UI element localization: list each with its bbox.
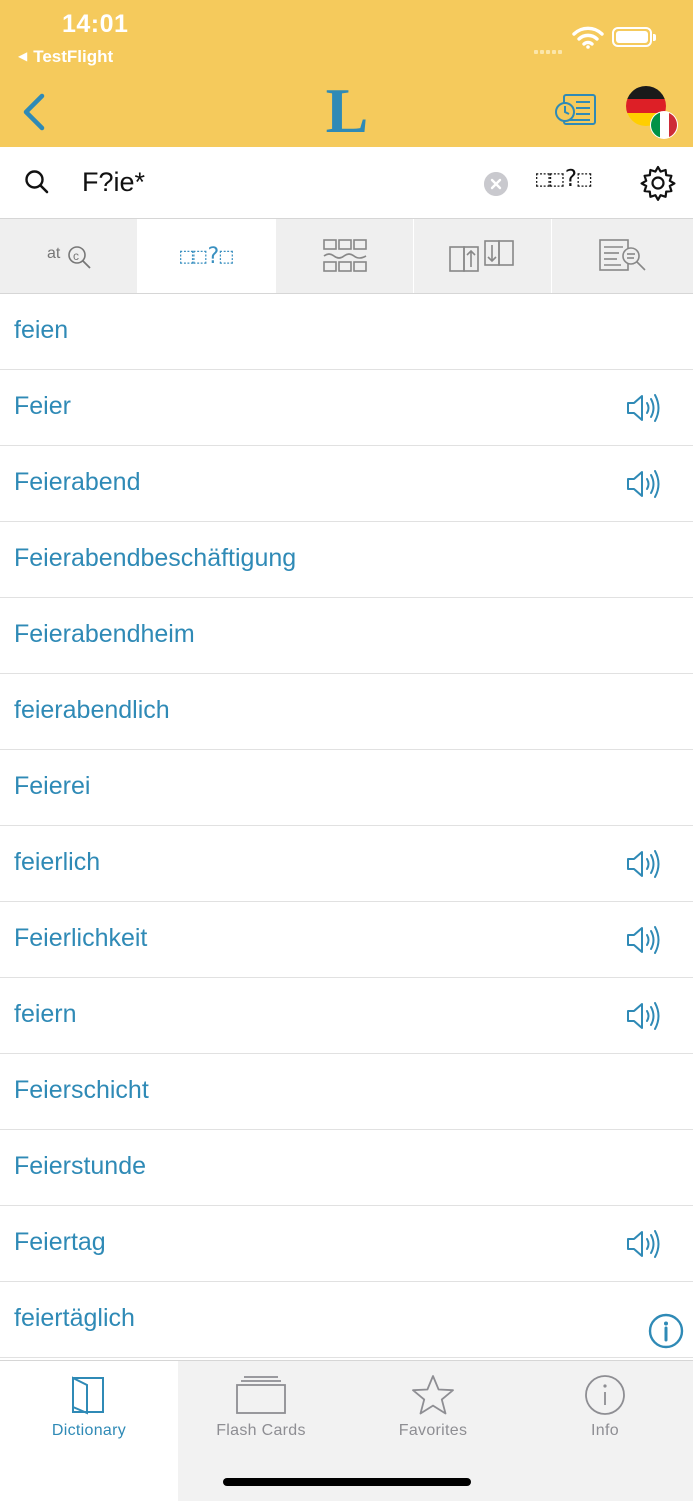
list-item[interactable]: Feierei	[0, 750, 693, 826]
wildcard-keyboard-button[interactable]: ⬚⬚?⬚	[536, 166, 591, 198]
book-icon	[72, 1376, 104, 1415]
inflection-table-icon	[448, 240, 514, 272]
results-list: feien Feier Feierabend Feierabendbeschäftig…	[0, 294, 693, 1358]
list-item[interactable]: feierlich	[0, 826, 693, 902]
result-word: feien	[14, 316, 69, 344]
tab-dictionary[interactable]: Dictionary	[0, 1361, 178, 1501]
list-item[interactable]: Feierabendbeschäftigung	[0, 522, 693, 598]
tab-fulltext-search[interactable]	[552, 219, 693, 293]
wildcard-search-icon: ⬚⬚?⬚	[180, 243, 233, 269]
speaker-icon[interactable]	[626, 848, 662, 880]
list-item[interactable]: Feier	[0, 370, 693, 446]
info-icon	[585, 1375, 625, 1415]
spellcheck-search-icon: at c	[47, 245, 91, 269]
wifi-icon	[572, 26, 604, 49]
result-word: Feierabend	[14, 468, 141, 496]
back-chevron-icon[interactable]	[18, 92, 50, 132]
result-word: feierlich	[14, 848, 101, 876]
clear-search-icon[interactable]	[484, 172, 508, 196]
tab-inflection-search[interactable]	[414, 219, 552, 293]
search-icon	[25, 170, 49, 194]
search-mode-tabs: at c ⬚⬚?⬚	[0, 219, 693, 294]
cellular-signal-icon	[534, 41, 564, 59]
gear-icon[interactable]	[640, 165, 676, 201]
list-item[interactable]: Feierlichkeit	[0, 902, 693, 978]
flashcards-icon	[236, 1376, 286, 1414]
result-word: feierabendlich	[14, 696, 170, 724]
search-input[interactable]	[82, 161, 462, 203]
info-circle-icon[interactable]	[648, 1313, 684, 1349]
speaker-icon[interactable]	[626, 1000, 662, 1032]
svg-text:c: c	[73, 249, 79, 263]
result-word: Feier	[14, 392, 71, 420]
list-item[interactable]: feien	[0, 294, 693, 370]
speaker-icon[interactable]	[626, 1228, 662, 1260]
history-icon[interactable]	[554, 92, 598, 130]
tab-flash-cards-label: Flash Cards	[216, 1422, 306, 1439]
list-item[interactable]: Feierschicht	[0, 1054, 693, 1130]
speaker-icon[interactable]	[626, 392, 662, 424]
result-word: Feierei	[14, 772, 91, 800]
list-item[interactable]: feiern	[0, 978, 693, 1054]
tab-info[interactable]: Info	[516, 1361, 693, 1501]
phrase-grid-icon	[322, 239, 367, 272]
tab-phrase-search[interactable]	[276, 219, 414, 293]
result-word: Feierabendheim	[14, 620, 195, 648]
star-icon	[412, 1375, 454, 1415]
language-pair-icon[interactable]	[624, 84, 680, 140]
result-word: feiertäglich	[14, 1304, 135, 1332]
app-header: 14:01 ◀ TestFlight L	[0, 0, 693, 147]
fulltext-search-icon	[598, 239, 646, 271]
tab-dictionary-label: Dictionary	[51, 1422, 127, 1439]
status-time: 14:01	[62, 10, 129, 38]
speaker-icon[interactable]	[626, 924, 662, 956]
speaker-icon[interactable]	[626, 468, 662, 500]
home-indicator	[223, 1478, 471, 1486]
list-item[interactable]: feierabendlich	[0, 674, 693, 750]
result-word: Feierlichkeit	[14, 924, 148, 952]
logo-letter: L	[326, 80, 369, 138]
result-word: Feierschicht	[14, 1076, 149, 1104]
back-app-label: TestFlight	[33, 47, 114, 66]
svg-text:at: at	[47, 245, 61, 262]
list-item[interactable]: Feierstunde	[0, 1130, 693, 1206]
langenscheidt-logo: L	[326, 80, 369, 138]
result-word: feiern	[14, 1000, 77, 1028]
result-word: Feiertag	[14, 1228, 106, 1256]
tab-wildcard-search[interactable]: ⬚⬚?⬚	[138, 219, 276, 293]
tab-spellcheck-search[interactable]: at c	[0, 219, 138, 293]
result-word: Feierabendbeschäftigung	[14, 544, 297, 572]
tab-favorites-label: Favorites	[398, 1422, 468, 1439]
battery-icon	[612, 27, 656, 47]
back-to-testflight[interactable]: ◀ TestFlight	[18, 47, 113, 67]
tab-info-label: Info	[591, 1422, 619, 1439]
back-triangle-icon: ◀	[18, 49, 28, 63]
list-item[interactable]: Feierabend	[0, 446, 693, 522]
list-item[interactable]: feiertäglich	[0, 1282, 693, 1358]
result-word: Feierstunde	[14, 1152, 147, 1180]
list-item[interactable]: Feierabendheim	[0, 598, 693, 674]
list-item[interactable]: Feiertag	[0, 1206, 693, 1282]
